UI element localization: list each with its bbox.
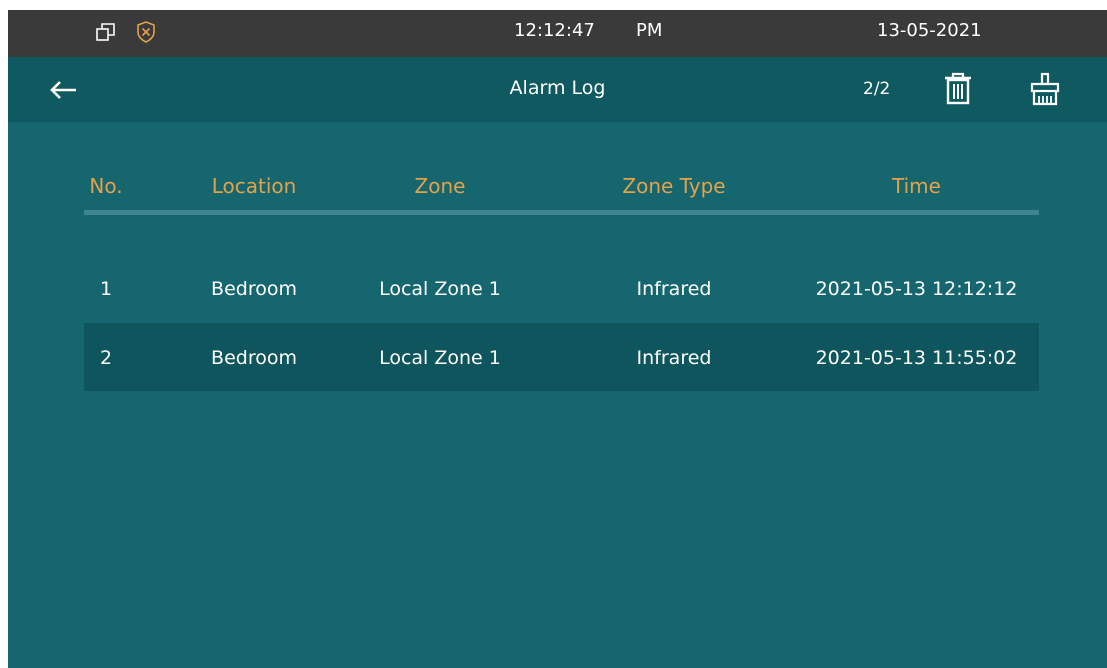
column-header-zone-type: Zone Type: [622, 174, 726, 198]
status-date: 13-05-2021: [877, 20, 982, 41]
alarm-log-table: No. Location Zone Zone Type Time 1 Bedro…: [84, 170, 1039, 391]
windows-icon: [94, 20, 118, 44]
cell-location: Bedroom: [211, 278, 297, 300]
column-header-location: Location: [211, 174, 297, 198]
cropped-top-strip: [0, 0, 1107, 10]
header-divider: [84, 210, 1039, 215]
table-row[interactable]: 1 Bedroom Local Zone 1 Infrared 2021-05-…: [84, 254, 1039, 322]
status-meridiem: PM: [636, 20, 663, 41]
cell-zone: Local Zone 1: [379, 278, 501, 300]
table-row[interactable]: 2 Bedroom Local Zone 1 Infrared 2021-05-…: [84, 323, 1039, 391]
status-time: 12:12:47: [514, 20, 595, 41]
cell-zone: Local Zone 1: [379, 347, 501, 369]
clear-all-icon[interactable]: [1028, 71, 1062, 107]
cell-no: 1: [99, 278, 113, 300]
cell-time: 2021-05-13 11:55:02: [815, 347, 1018, 369]
page-indicator: 2/2: [863, 79, 891, 99]
status-bar: 12:12:47 PM 13-05-2021: [8, 10, 1107, 57]
alarm-log-screen: 12:12:47 PM 13-05-2021 Alarm Log 2/2 No.…: [8, 10, 1107, 668]
column-header-time: Time: [892, 174, 941, 198]
shield-alarm-icon: [134, 20, 158, 44]
trash-icon[interactable]: [941, 71, 975, 107]
cell-location: Bedroom: [211, 347, 297, 369]
header-bar: Alarm Log 2/2: [8, 57, 1107, 122]
cell-time: 2021-05-13 12:12:12: [815, 278, 1018, 300]
cell-no: 2: [99, 347, 113, 369]
column-header-no: No.: [89, 174, 123, 198]
cell-zone-type: Infrared: [636, 347, 712, 369]
cell-zone-type: Infrared: [636, 278, 712, 300]
table-header: No. Location Zone Zone Type Time: [84, 170, 1039, 215]
column-header-zone: Zone: [414, 174, 466, 198]
